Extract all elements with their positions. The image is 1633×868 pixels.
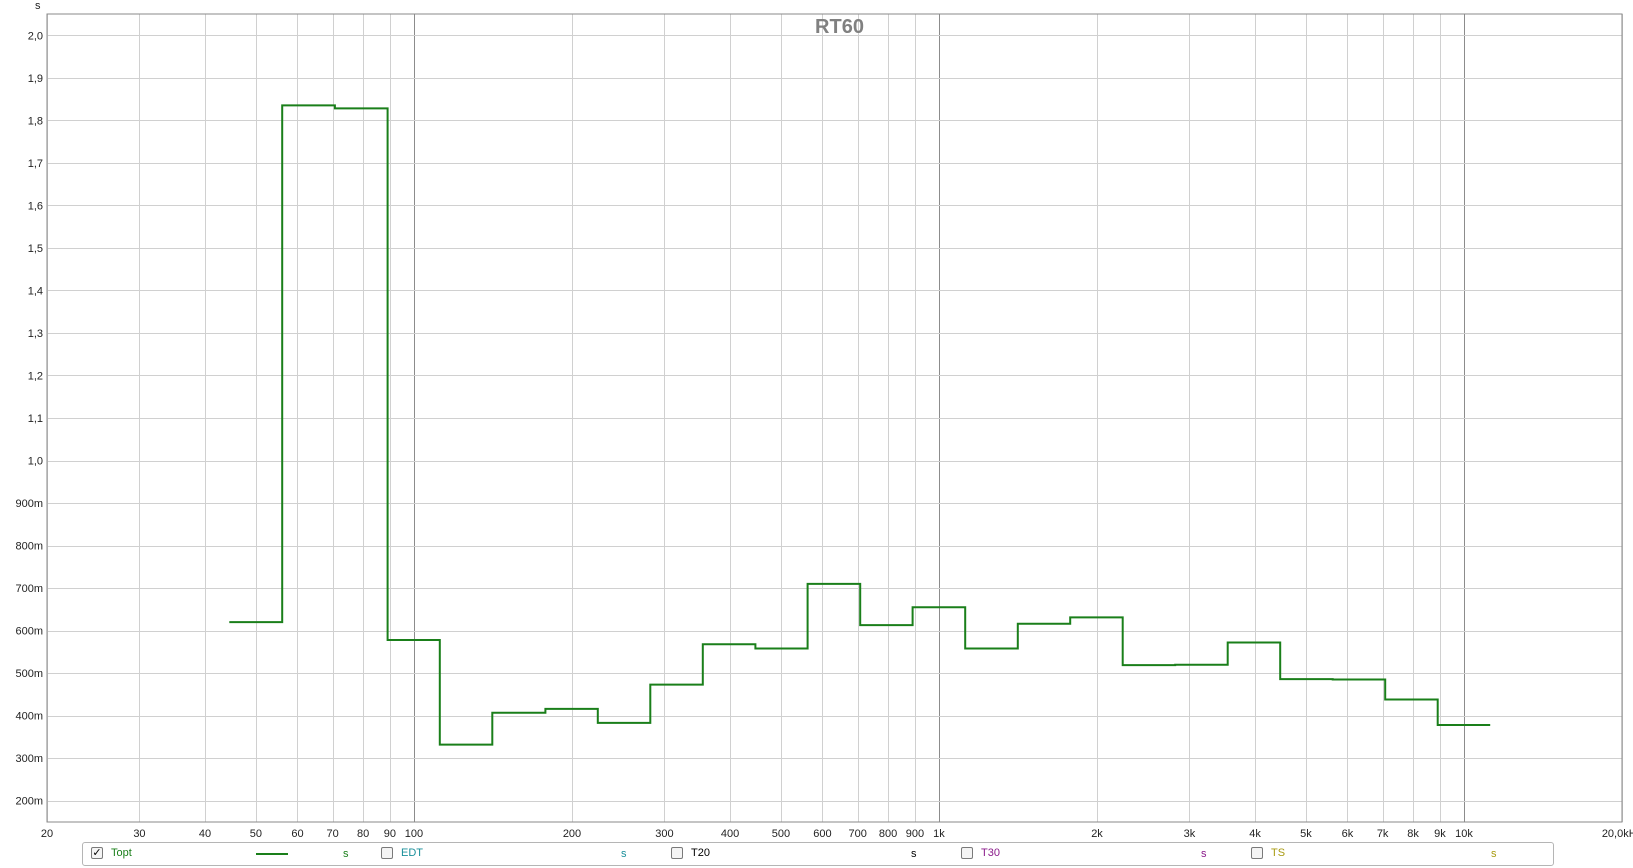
x-tick-label: 800	[879, 828, 897, 840]
legend-label-ts: TS	[1271, 847, 1286, 859]
x-tick-label: 700	[848, 828, 866, 840]
legend-unit-t20: s	[911, 848, 917, 860]
legend-label-t30: T30	[981, 847, 1000, 859]
y-tick-label: 300m	[15, 753, 43, 765]
y-tick-label: 1,0	[28, 456, 43, 468]
legend-item-topt: ✓ Topt s	[91, 843, 351, 865]
x-tick-label: 100	[405, 828, 423, 840]
y-tick-label: 400m	[15, 711, 43, 723]
edt-checkbox[interactable]	[381, 847, 393, 859]
x-tick-label: 30	[133, 828, 145, 840]
x-tick-label: 20	[41, 828, 53, 840]
x-tick-label: 9k	[1434, 828, 1446, 840]
t20-checkbox[interactable]	[671, 847, 683, 859]
x-tick-label: 200	[563, 828, 581, 840]
ts-checkbox[interactable]	[1251, 847, 1263, 859]
x-axis-tick-labels: 20 30 40 50 60 70 80 90 100 200 300 400 500 600 700 800…	[41, 828, 1633, 840]
x-tick-label: 500	[772, 828, 790, 840]
x-tick-label: 10k	[1455, 828, 1473, 840]
y-tick-label: 1,4	[28, 285, 43, 297]
legend-label-t20: T20	[691, 847, 710, 859]
x-tick-label: 3k	[1184, 828, 1196, 840]
y-axis-tick-labels: 2,0 1,9 1,8 1,7 1,6 1,5 1,4 1,3 1,2 1,1 1,0 900m 800…	[15, 30, 43, 807]
legend-label-topt: Topt	[111, 847, 132, 859]
x-tick-label: 80	[357, 828, 369, 840]
y-tick-label: 2,0	[28, 30, 43, 42]
y-tick-label: 500m	[15, 668, 43, 680]
legend: ✓ Topt s EDT s T20 s T30 s TS s	[82, 842, 1554, 866]
x-tick-label: 900	[906, 828, 924, 840]
chart-title: RT60	[815, 16, 864, 38]
legend-unit-edt: s	[621, 848, 627, 860]
x-tick-label: 600	[813, 828, 831, 840]
legend-unit-t30: s	[1201, 848, 1207, 860]
y-tick-label: 700m	[15, 583, 43, 595]
y-tick-label: 1,7	[28, 158, 43, 170]
x-tick-label: 400	[721, 828, 739, 840]
legend-label-edt: EDT	[401, 847, 423, 859]
t30-checkbox[interactable]	[961, 847, 973, 859]
legend-item-t30: T30 s	[961, 843, 1221, 865]
y-tick-label: 1,8	[28, 115, 43, 127]
y-tick-label: 1,2	[28, 370, 43, 382]
x-tick-label: 1k	[933, 828, 945, 840]
x-tick-label: 300	[655, 828, 673, 840]
x-tick-label: 90	[384, 828, 396, 840]
x-tick-label: 5k	[1300, 828, 1312, 840]
rt60-chart: 2,0 1,9 1,8 1,7 1,6 1,5 1,4 1,3 1,2 1,1 1,0 900m 800…	[15, 0, 1633, 840]
x-tick-label: 50	[250, 828, 262, 840]
x-tick-label: 2k	[1091, 828, 1103, 840]
y-tick-label: 1,5	[28, 243, 43, 255]
x-tick-label: 4k	[1249, 828, 1261, 840]
y-tick-label: 600m	[15, 626, 43, 638]
legend-item-edt: EDT s	[381, 843, 641, 865]
x-tick-label: 8k	[1407, 828, 1419, 840]
y-tick-label: 900m	[15, 498, 43, 510]
x-tick-label: 6k	[1342, 828, 1354, 840]
y-tick-label: 1,3	[28, 328, 43, 340]
topt-checkbox[interactable]: ✓	[91, 847, 103, 859]
y-tick-label: 1,6	[28, 200, 43, 212]
y-tick-label: 1,9	[28, 73, 43, 85]
x-tick-label: 60	[291, 828, 303, 840]
series-line-topt	[229, 104, 1491, 746]
x-tick-label: 7k	[1377, 828, 1389, 840]
legend-item-t20: T20 s	[671, 843, 931, 865]
grid-lines	[47, 14, 1623, 822]
y-tick-label: 200m	[15, 796, 43, 808]
x-tick-label: 40	[199, 828, 211, 840]
y-tick-label: 800m	[15, 541, 43, 553]
legend-item-ts: TS s	[1251, 843, 1511, 865]
x-tick-label: 20,0kHz	[1602, 828, 1633, 840]
topt-line-swatch	[256, 853, 288, 855]
x-tick-label: 70	[327, 828, 339, 840]
series-layer	[229, 104, 1491, 746]
y-axis-label: s	[35, 0, 41, 12]
y-tick-label: 1,1	[28, 413, 43, 425]
legend-unit-topt: s	[343, 848, 349, 860]
legend-unit-ts: s	[1491, 848, 1497, 860]
